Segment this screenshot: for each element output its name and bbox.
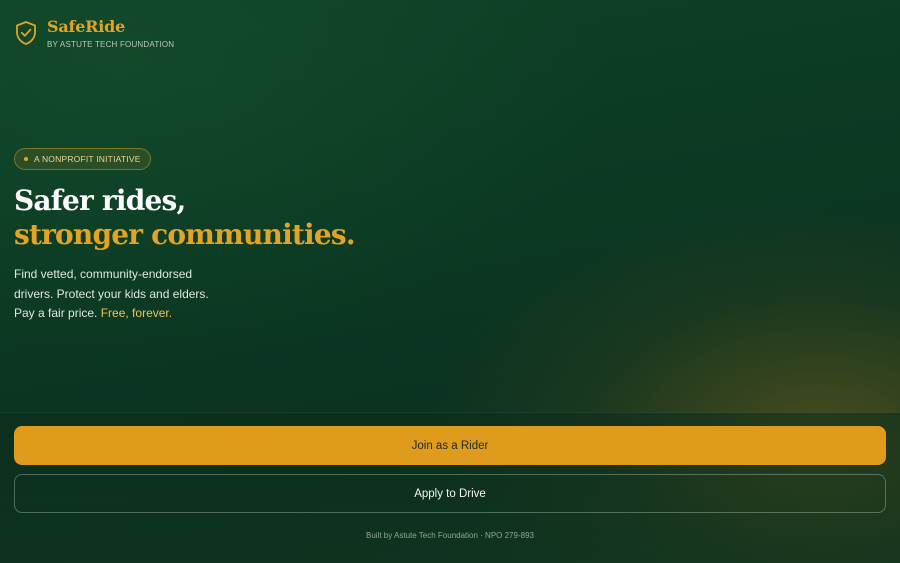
- hero-headline: Safer rides, stronger communities.: [14, 184, 356, 252]
- brand-text: SafeRide BY ASTUTE TECH FOUNDATION: [47, 17, 174, 49]
- join-as-rider-button[interactable]: Join as a Rider: [14, 426, 886, 465]
- headline-line-1: Safer rides,: [14, 184, 186, 217]
- nonprofit-badge: A NONPROFIT INITIATIVE: [14, 148, 151, 170]
- description-accent: Free, forever.: [100, 306, 173, 320]
- shield-check-icon: [16, 21, 36, 45]
- brand-header: SafeRide BY ASTUTE TECH FOUNDATION: [14, 17, 174, 49]
- badge-label: A NONPROFIT INITIATIVE: [34, 154, 141, 164]
- hero-description: Find vetted, community-endorsed drivers.…: [14, 265, 224, 324]
- headline-line-2: stronger communities.: [14, 218, 356, 251]
- brand-name: SafeRide: [47, 17, 126, 36]
- footer-note: Built by Astute Tech Foundation · NPO 27…: [366, 531, 534, 540]
- action-panel: Join as a Rider Apply to Drive Built by …: [0, 412, 900, 563]
- apply-to-drive-button[interactable]: Apply to Drive: [14, 474, 886, 513]
- brand-subtitle: BY ASTUTE TECH FOUNDATION: [47, 40, 175, 49]
- badge-dot-icon: [24, 157, 28, 161]
